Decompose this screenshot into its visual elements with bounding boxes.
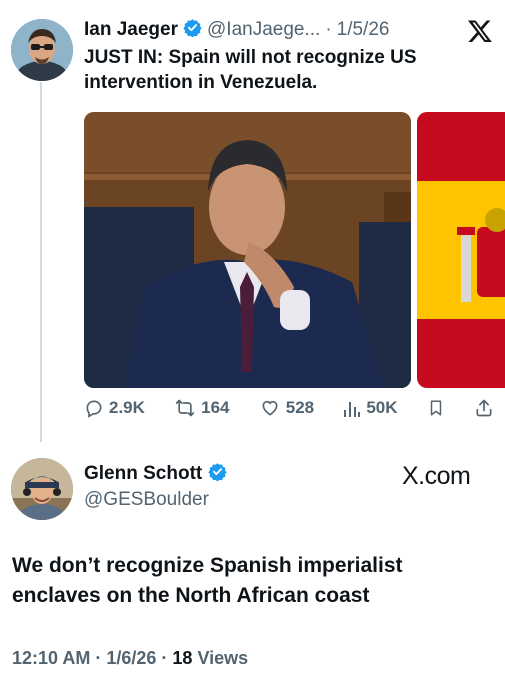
tweet-text: JUST IN: Spain will not recognize US int… [84, 45, 494, 95]
tweet-action-bar: 2.9K 164 528 50K [84, 398, 494, 418]
reply-button[interactable]: 2.9K [84, 398, 145, 418]
views-count: 50K [366, 398, 398, 417]
reply-header: Glenn Schott [84, 462, 227, 486]
author-handle[interactable]: @IanJaege... [207, 19, 320, 41]
source-logo-xcom: X.com [402, 462, 471, 490]
reply-author-avatar[interactable] [11, 458, 73, 520]
reply-count: 2.9K [109, 398, 145, 417]
verified-badge-icon [183, 18, 202, 42]
avatar-portrait [11, 19, 73, 81]
reply-views-count: 18 [172, 648, 193, 668]
reply-author-handle[interactable]: @GESBoulder [84, 489, 209, 511]
share-icon [476, 399, 492, 417]
like-icon [262, 400, 278, 416]
author-avatar[interactable] [11, 19, 73, 81]
author-name[interactable]: Ian Jaeger [84, 19, 178, 41]
photo-man-in-suit [84, 112, 411, 388]
thread-connector-line [40, 82, 42, 442]
x-logo-icon[interactable] [467, 18, 493, 44]
views-icon [344, 402, 361, 417]
reply-avatar-portrait [11, 458, 73, 520]
reply-text: We don’t recognize Spanish imperialist e… [12, 551, 492, 611]
retweet-count: 164 [201, 398, 230, 417]
bookmark-icon [430, 400, 441, 416]
meta-separator-1: · [95, 648, 102, 668]
reply-text-line-1: We don’t recognize Spanish imperialist [12, 554, 403, 577]
reply-text-line-2: enclaves on the North African coast [12, 584, 370, 607]
reply-date[interactable]: 1/6/26 [106, 648, 156, 669]
bookmark-button[interactable] [427, 398, 445, 418]
like-count: 528 [285, 398, 315, 417]
tweet-photo-2[interactable] [417, 112, 505, 388]
reply-views-label: Views [197, 648, 249, 668]
tweet-photo-1[interactable] [84, 112, 411, 388]
reply-metadata: 12:10 AM · 1/6/26 · 18 Views [12, 648, 248, 669]
meta-separator-2: · [161, 648, 168, 668]
tweet-header: Ian Jaeger @IanJaege... · 1/5/26 [84, 18, 474, 42]
retweet-button[interactable]: 164 [174, 398, 230, 418]
retweet-icon [175, 399, 195, 417]
reply-author-name[interactable]: Glenn Schott [84, 463, 202, 485]
like-button[interactable]: 528 [259, 398, 314, 418]
reply-verified-badge-icon [208, 462, 227, 486]
reply-time[interactable]: 12:10 AM [12, 648, 90, 669]
reply-icon [86, 400, 102, 418]
date-separator: · [325, 19, 332, 40]
share-button[interactable] [474, 398, 494, 418]
tweet-text-line-2: intervention in Venezuela. [84, 72, 318, 93]
tweet-text-line-1: JUST IN: Spain will not recognize US [84, 47, 417, 68]
views-button[interactable]: 50K [343, 398, 398, 418]
tweet-date[interactable]: 1/5/26 [337, 19, 390, 41]
photo-spanish-flag [417, 112, 505, 388]
